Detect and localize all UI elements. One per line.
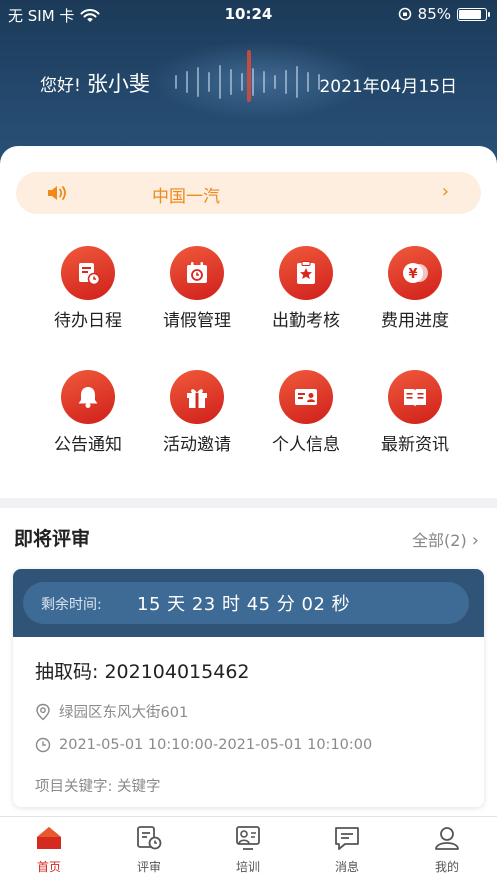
banner-bar bbox=[219, 65, 221, 99]
book-icon bbox=[388, 370, 442, 424]
tab-messages[interactable]: 消息 bbox=[307, 825, 387, 875]
tab-label: 培训 bbox=[235, 860, 260, 874]
banner-bar bbox=[197, 67, 199, 97]
action-leave-management[interactable]: 请假管理 bbox=[142, 246, 252, 331]
banner-bar bbox=[208, 72, 210, 92]
status-bar: 无 SIM 卡 10:24 85% bbox=[0, 0, 497, 28]
training-icon bbox=[236, 826, 260, 850]
bell-icon bbox=[61, 370, 115, 424]
gift-icon bbox=[170, 370, 224, 424]
clock-icon bbox=[35, 737, 51, 753]
tab-label: 我的 bbox=[434, 860, 459, 874]
location-pin-icon bbox=[36, 703, 50, 720]
banner-bar bbox=[263, 71, 265, 93]
banner-red-stripe bbox=[247, 50, 251, 102]
orientation-lock-icon bbox=[398, 7, 411, 21]
countdown-header: 剩余时间: 15 天 23 时 45 分 02 秒 bbox=[13, 569, 484, 637]
action-latest-news[interactable]: 最新资讯 bbox=[360, 370, 470, 455]
bottom-tab-bar: 首页 评审 培训 消息 我的 bbox=[0, 816, 497, 883]
address-text: 绿园区东风大街601 bbox=[59, 705, 189, 721]
tab-review[interactable]: 评审 bbox=[109, 825, 189, 875]
notice-text: 中国一汽 bbox=[152, 187, 220, 207]
yen-coins-icon: ¥ bbox=[388, 246, 442, 300]
banner-bar bbox=[186, 71, 188, 93]
chevron-right-icon: › bbox=[471, 530, 479, 551]
main-card: 中国一汽 › 待办日程 请假管理 出勤考核 ¥ 费用进度 公告通知 活动邀请 个… bbox=[0, 146, 497, 498]
action-expense-progress[interactable]: ¥ 费用进度 bbox=[360, 246, 470, 331]
battery-icon bbox=[457, 7, 490, 21]
upcoming-review-section: 即将评审 全部(2) › 剩余时间: 15 天 23 时 45 分 02 秒 抽… bbox=[0, 508, 497, 816]
countdown-value: 15 天 23 时 45 分 02 秒 bbox=[137, 594, 351, 615]
banner-bar bbox=[296, 66, 298, 98]
home-screen: 无 SIM 卡 10:24 85% 您好! 张小斐 2021年04月15日 中国… bbox=[0, 0, 497, 883]
action-label: 个人信息 bbox=[272, 435, 340, 455]
banner-bar bbox=[285, 70, 287, 94]
tab-home[interactable]: 首页 bbox=[9, 825, 89, 875]
tab-profile[interactable]: 我的 bbox=[407, 825, 487, 875]
user-name: 张小斐 bbox=[86, 72, 150, 96]
profile-icon bbox=[435, 827, 459, 850]
banner-bar bbox=[175, 75, 177, 89]
action-attendance[interactable]: 出勤考核 bbox=[251, 246, 361, 331]
action-label: 费用进度 bbox=[381, 311, 449, 331]
action-label: 出勤考核 bbox=[272, 311, 340, 331]
tab-label: 消息 bbox=[334, 860, 359, 874]
battery-percent: 85% bbox=[417, 5, 451, 23]
action-label: 最新资讯 bbox=[381, 435, 449, 455]
address-row: 绿园区东风大街601 bbox=[35, 701, 188, 722]
banner-bar bbox=[241, 73, 243, 91]
view-all-label: 全部(2) bbox=[412, 531, 467, 550]
action-label: 活动邀请 bbox=[163, 435, 231, 455]
notice-bar[interactable]: 中国一汽 › bbox=[16, 172, 481, 214]
action-label: 公告通知 bbox=[54, 435, 122, 455]
action-event-invites[interactable]: 活动邀请 bbox=[142, 370, 252, 455]
greeting-text: 您好! bbox=[40, 76, 81, 96]
extraction-code: 抽取码: 202104015462 bbox=[35, 661, 250, 683]
countdown-label: 剩余时间: bbox=[41, 597, 102, 613]
attendance-star-icon bbox=[279, 246, 333, 300]
home-icon bbox=[37, 827, 61, 849]
chevron-right-icon: › bbox=[441, 181, 449, 202]
review-card[interactable]: 剩余时间: 15 天 23 时 45 分 02 秒 抽取码: 202104015… bbox=[13, 569, 484, 807]
action-label: 待办日程 bbox=[54, 311, 122, 331]
speaker-icon bbox=[48, 186, 66, 200]
action-label: 请假管理 bbox=[163, 311, 231, 331]
banner-bar bbox=[307, 72, 309, 92]
id-card-icon bbox=[279, 370, 333, 424]
project-keywords: 项目关键字: 关键字 bbox=[35, 779, 161, 795]
banner-bar bbox=[252, 68, 254, 96]
message-icon bbox=[335, 827, 359, 850]
schedule-icon bbox=[61, 246, 115, 300]
svg-text:¥: ¥ bbox=[408, 267, 417, 282]
action-personal-info[interactable]: 个人信息 bbox=[251, 370, 361, 455]
tab-label: 首页 bbox=[36, 860, 61, 874]
action-announcements[interactable]: 公告通知 bbox=[33, 370, 143, 455]
time-range-text: 2021-05-01 10:10:00-2021-05-01 10:10:00 bbox=[59, 737, 373, 753]
countdown-pill: 剩余时间: 15 天 23 时 45 分 02 秒 bbox=[23, 582, 469, 624]
banner-bar bbox=[230, 69, 232, 95]
action-todo-schedule[interactable]: 待办日程 bbox=[33, 246, 143, 331]
tab-label: 评审 bbox=[136, 860, 161, 874]
current-date: 2021年04月15日 bbox=[319, 77, 457, 97]
section-title: 即将评审 bbox=[14, 528, 91, 550]
view-all-link[interactable]: 全部(2) › bbox=[412, 527, 479, 551]
review-icon bbox=[137, 826, 162, 850]
time-row: 2021-05-01 10:10:00-2021-05-01 10:10:00 bbox=[35, 737, 372, 753]
leave-calendar-icon bbox=[170, 246, 224, 300]
tab-training[interactable]: 培训 bbox=[208, 825, 288, 875]
greeting: 您好! 张小斐 bbox=[40, 68, 150, 98]
banner-bar bbox=[274, 75, 276, 89]
